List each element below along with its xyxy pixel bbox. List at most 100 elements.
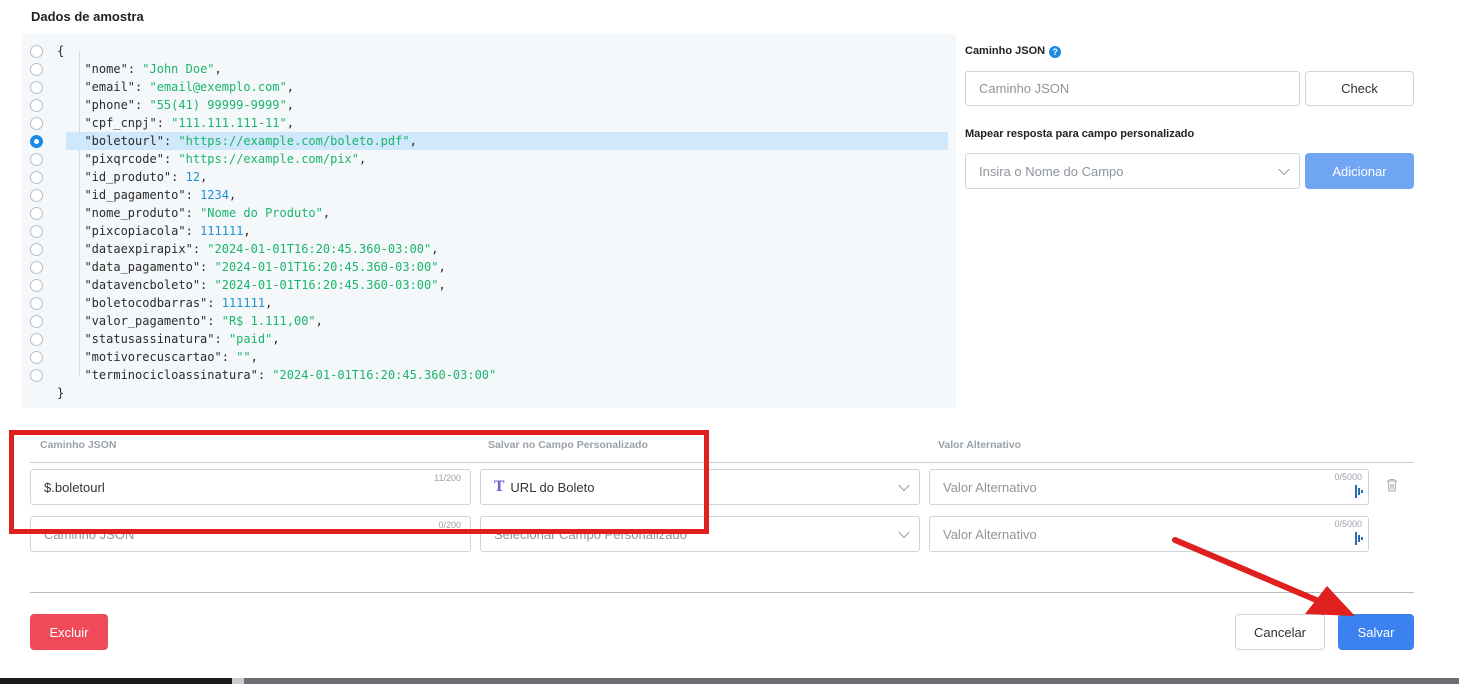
json-key: "nome"	[84, 62, 128, 76]
json-value: "email@exemplo.com"	[149, 80, 287, 94]
json-line-radio[interactable]	[30, 63, 43, 76]
json-path-label: Caminho JSON?	[965, 45, 1062, 58]
json-line-radio[interactable]	[30, 243, 43, 256]
json-line-radio[interactable]	[30, 81, 43, 94]
json-line[interactable]: "valor_pagamento": "R$ 1.111,00",	[22, 312, 948, 330]
json-line-radio[interactable]	[30, 279, 43, 292]
row-json-path-input[interactable]: Caminho JSON 0/200	[30, 516, 471, 552]
header-alt-value: Valor Alternativo	[938, 439, 1022, 451]
json-value: "2024-01-01T16:20:45.360-03:00"	[214, 278, 439, 292]
json-line[interactable]: "id_pagamento": 1234,	[22, 186, 948, 204]
json-key: "phone"	[84, 98, 136, 112]
json-line-radio[interactable]	[30, 333, 43, 346]
json-key: "id_pagamento"	[84, 188, 186, 202]
resize-handle-icon[interactable]	[1355, 485, 1364, 498]
json-value: "2024-01-01T16:20:45.360-03:00"	[214, 260, 439, 274]
header-custom-field: Salvar no Campo Personalizado	[488, 439, 648, 451]
json-line[interactable]: "data_pagamento": "2024-01-01T16:20:45.3…	[22, 258, 948, 276]
json-line-radio[interactable]	[30, 297, 43, 310]
json-value: ""	[236, 350, 251, 364]
json-line[interactable]: "terminocicloassinatura": "2024-01-01T16…	[22, 366, 948, 384]
json-line[interactable]: "pixqrcode": "https://example.com/pix",	[22, 150, 948, 168]
json-key: "boletocodbarras"	[84, 296, 208, 310]
taskbar-strip	[0, 678, 1459, 684]
field-name-select[interactable]: Insira o Nome do Campo	[965, 153, 1300, 189]
char-counter: 11/200	[434, 473, 461, 483]
delete-button[interactable]: Excluir	[30, 614, 108, 650]
json-key: "pixqrcode"	[84, 152, 164, 166]
text-type-icon: T	[494, 479, 505, 495]
json-key: "terminocicloassinatura"	[84, 368, 258, 382]
json-value: "https://example.com/boleto.pdf"	[178, 134, 410, 148]
json-line-radio[interactable]	[30, 45, 43, 58]
row-custom-field-select[interactable]: T URL do Boleto	[480, 469, 920, 505]
header-divider	[30, 462, 1414, 463]
red-arrow-annotation	[1172, 537, 1355, 616]
json-key: "statusassinatura"	[84, 332, 215, 346]
json-line[interactable]: "email": "email@exemplo.com",	[22, 78, 948, 96]
header-json-path: Caminho JSON	[40, 439, 117, 451]
json-line-radio[interactable]	[30, 351, 43, 364]
json-line[interactable]: "pixcopiacola": 111111,	[22, 222, 948, 240]
json-line-radio[interactable]	[30, 171, 43, 184]
json-value: "R$ 1.111,00"	[221, 314, 316, 328]
json-line-radio[interactable]	[30, 153, 43, 166]
chevron-down-icon	[1278, 163, 1290, 176]
json-line-radio[interactable]	[30, 369, 43, 382]
json-value: "https://example.com/pix"	[178, 152, 360, 166]
json-line[interactable]: "boletourl": "https://example.com/boleto…	[22, 132, 948, 150]
json-line[interactable]: "datavencboleto": "2024-01-01T16:20:45.3…	[22, 276, 948, 294]
json-line-radio[interactable]	[30, 99, 43, 112]
json-value: "John Doe"	[142, 62, 215, 76]
check-button[interactable]: Check	[1305, 71, 1414, 106]
section-title: Dados de amostra	[31, 9, 144, 24]
json-key: "id_produto"	[84, 170, 172, 184]
help-icon[interactable]: ?	[1049, 46, 1062, 58]
json-value: 1234	[200, 188, 229, 202]
json-key: "email"	[84, 80, 136, 94]
row-custom-field-select[interactable]: Selecionar Campo Personalizado	[480, 516, 920, 552]
json-line[interactable]: "statusassinatura": "paid",	[22, 330, 948, 348]
json-line[interactable]: "dataexpirapix": "2024-01-01T16:20:45.36…	[22, 240, 948, 258]
json-line[interactable]: "nome_produto": "Nome do Produto",	[22, 204, 948, 222]
json-key: "data_pagamento"	[84, 260, 201, 274]
json-line-radio[interactable]	[30, 225, 43, 238]
json-value: "111.111.111-11"	[171, 116, 287, 130]
json-line-radio[interactable]	[30, 207, 43, 220]
json-value: "55(41) 99999-9999"	[149, 98, 287, 112]
json-line[interactable]: "cpf_cnpj": "111.111.111-11",	[22, 114, 948, 132]
json-key: "boletourl"	[84, 134, 164, 148]
json-value: "Nome do Produto"	[200, 206, 323, 220]
char-counter: 0/5000	[1334, 519, 1362, 529]
char-counter: 0/5000	[1334, 472, 1362, 482]
json-line[interactable]: "nome": "John Doe",	[22, 60, 948, 78]
json-line-radio[interactable]	[30, 189, 43, 202]
json-value: 12	[185, 170, 201, 184]
json-value: 111111	[200, 224, 244, 238]
json-key: "dataexpirapix"	[84, 242, 193, 256]
json-key: "cpf_cnpj"	[84, 116, 157, 130]
chevron-down-icon	[898, 479, 910, 492]
chevron-down-icon	[898, 526, 910, 539]
json-line-radio[interactable]	[30, 261, 43, 274]
json-line[interactable]: "motivorecuscartao": "",	[22, 348, 948, 366]
json-line[interactable]: "id_produto": 12,	[22, 168, 948, 186]
json-value: "paid"	[228, 332, 273, 346]
json-line-radio[interactable]	[30, 117, 43, 130]
json-line[interactable]: "phone": "55(41) 99999-9999",	[22, 96, 948, 114]
trash-icon[interactable]	[1386, 478, 1398, 492]
json-key: "datavencboleto"	[84, 278, 201, 292]
json-line-radio[interactable]	[30, 135, 43, 148]
json-line-radio[interactable]	[30, 315, 43, 328]
row-json-path-input[interactable]: $.boletourl 11/200	[30, 469, 471, 505]
add-button[interactable]: Adicionar	[1305, 153, 1414, 189]
row-alt-value-textarea[interactable]: Valor Alternativo 0/5000	[929, 469, 1369, 505]
json-close-brace: }	[57, 386, 65, 400]
json-line[interactable]: "boletocodbarras": 111111,	[22, 294, 948, 312]
json-value: "2024-01-01T16:20:45.360-03:00"	[272, 368, 497, 382]
json-path-input[interactable]: Caminho JSON	[965, 71, 1300, 106]
json-value: 111111	[221, 296, 266, 310]
char-counter: 0/200	[438, 520, 461, 530]
json-key: "motivorecuscartao"	[84, 350, 222, 364]
json-open-brace: {	[22, 42, 948, 60]
